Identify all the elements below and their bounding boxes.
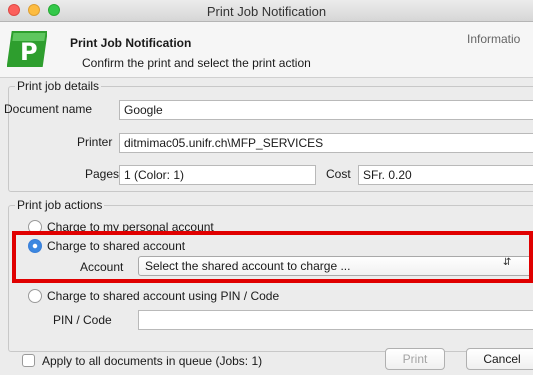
document-name-label: Document name (4, 102, 93, 116)
print-button[interactable]: Print (385, 348, 445, 370)
papercut-logo-icon: P (7, 31, 47, 67)
dialog-header: P Print Job Notification Confirm the pri… (0, 22, 533, 78)
apply-all-checkbox[interactable] (22, 354, 35, 367)
cost-label: Cost (326, 167, 351, 181)
shared-pin-label[interactable]: Charge to shared account using PIN / Cod… (47, 289, 279, 303)
actions-legend: Print job actions (15, 198, 105, 212)
highlight-box (12, 231, 533, 283)
printer-label: Printer (77, 135, 113, 149)
pin-code-field[interactable] (138, 310, 533, 330)
svg-text:P: P (20, 38, 38, 66)
header-subtitle: Confirm the print and select the print a… (82, 56, 311, 70)
printer-field[interactable]: ditmimac05.unifr.ch\MFP_SERVICES (119, 133, 533, 153)
window-title: Print Job Notification (206, 4, 327, 19)
pages-label: Pages (85, 167, 120, 181)
header-title: Print Job Notification (70, 36, 192, 50)
pin-code-label: PIN / Code (53, 313, 112, 327)
header-info-text: Informatio (467, 32, 521, 46)
title-bar: Print Job Notification (0, 0, 533, 22)
shared-pin-radio[interactable] (28, 289, 42, 303)
pages-field[interactable]: 1 (Color: 1) (119, 165, 316, 185)
cost-field[interactable]: SFr. 0.20 (358, 165, 533, 185)
cancel-button[interactable]: Cancel (466, 348, 533, 370)
details-legend: Print job details (15, 79, 102, 93)
apply-all-label[interactable]: Apply to all documents in queue (Jobs: 1… (42, 354, 262, 368)
document-name-field[interactable]: Google (119, 100, 533, 120)
